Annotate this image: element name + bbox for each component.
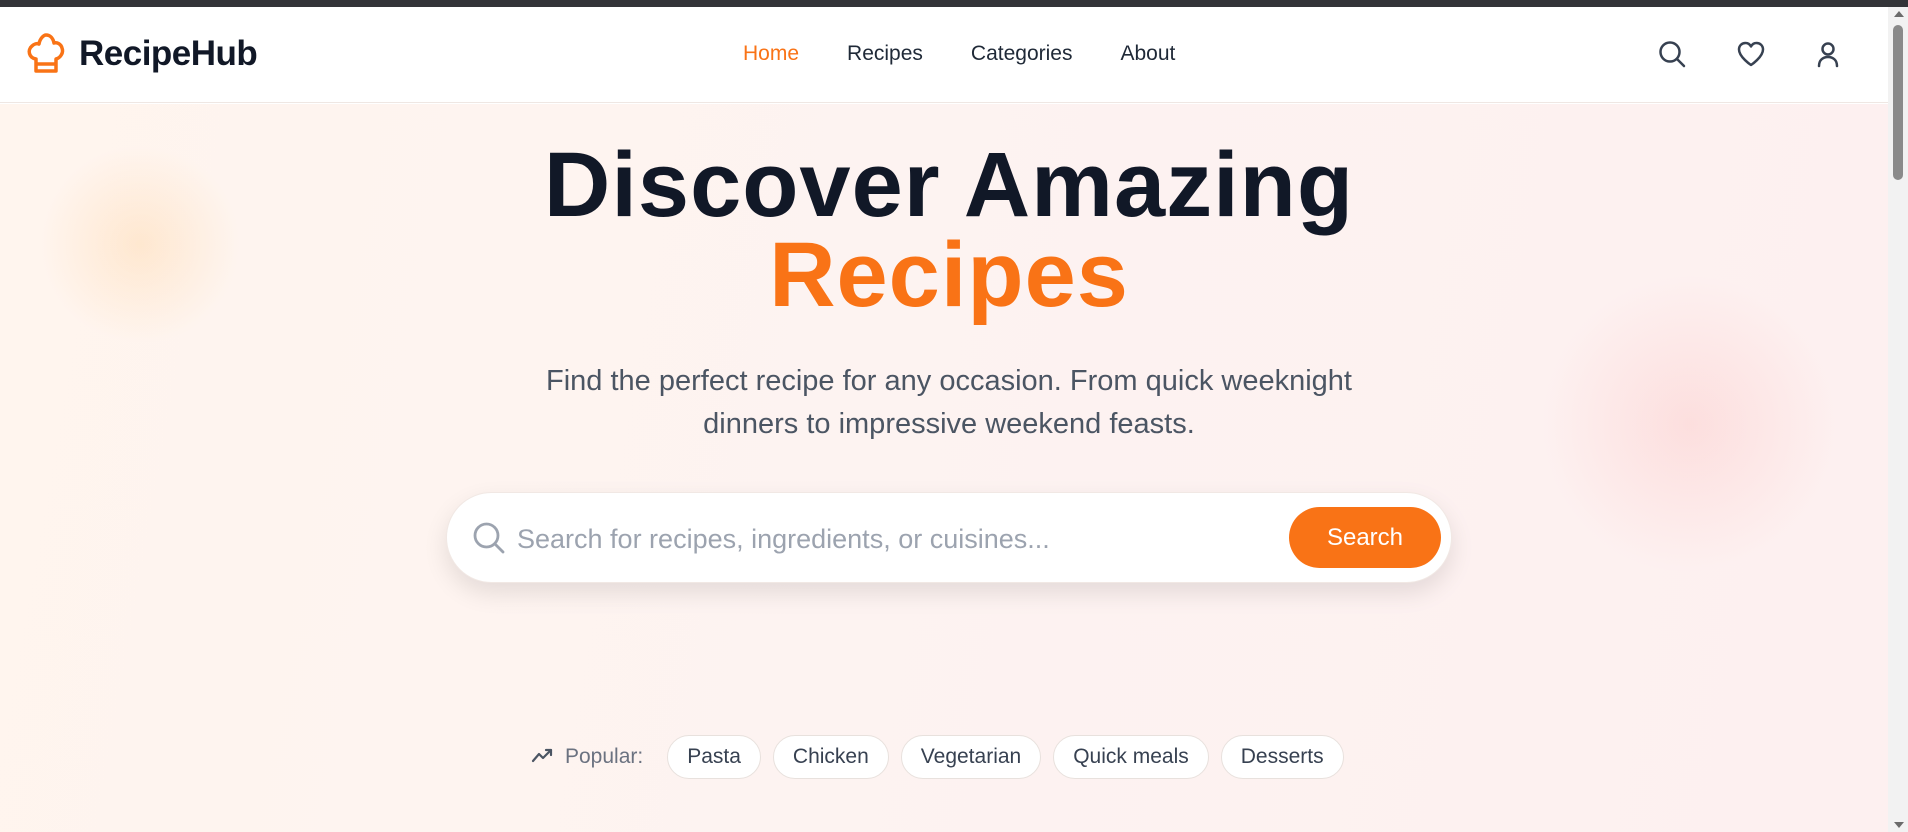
nav-item-recipes[interactable]: Recipes [847,42,923,66]
site-header: RecipeHub Home Recipes Categories About [0,7,1888,103]
hero-title-line1: Discover Amazing [543,134,1355,236]
popular-searches: Popular: Pasta Chicken Vegetarian Quick … [531,735,1356,779]
tag-chip-pasta[interactable]: Pasta [667,735,761,779]
nav-item-categories[interactable]: Categories [971,42,1073,66]
main-nav: Home Recipes Categories About [743,42,1175,66]
trending-up-icon [531,746,555,769]
nav-item-home[interactable]: Home [743,42,799,66]
hero-search-bar: Search [446,492,1452,583]
hero-subtitle-line1: Find the perfect recipe for any occasion… [546,365,1352,397]
tag-chip-quick-meals[interactable]: Quick meals [1053,735,1209,779]
brand-name: RecipeHub [79,34,258,73]
header-actions [1658,40,1842,68]
nav-item-about[interactable]: About [1120,42,1175,66]
tag-chip-chicken[interactable]: Chicken [772,735,889,779]
brand-logo[interactable]: RecipeHub [26,33,258,75]
hero-subtitle-line2: dinners to impressive weekend feasts. [703,408,1195,440]
page-scrollbar[interactable] [1888,7,1908,832]
search-icon[interactable] [1658,40,1686,68]
browser-top-bar [0,0,1908,7]
tag-chip-vegetarian[interactable]: Vegetarian [900,735,1042,779]
scroll-thumb[interactable] [1893,25,1903,180]
scroll-up-arrow[interactable] [1894,11,1904,17]
hero-title-line2: Recipes [769,224,1129,326]
hero-title: Discover Amazing Recipes [0,134,1898,326]
hero-subtitle: Find the perfect recipe for any occasion… [474,360,1424,446]
search-button[interactable]: Search [1289,507,1441,568]
heart-icon[interactable] [1736,40,1765,68]
scroll-down-arrow[interactable] [1894,822,1904,828]
popular-label: Popular: [565,745,644,768]
tag-chip-desserts[interactable]: Desserts [1220,735,1344,779]
chef-hat-icon [26,33,66,75]
search-icon [472,521,506,560]
search-input[interactable] [517,511,1297,567]
user-icon[interactable] [1814,40,1842,68]
